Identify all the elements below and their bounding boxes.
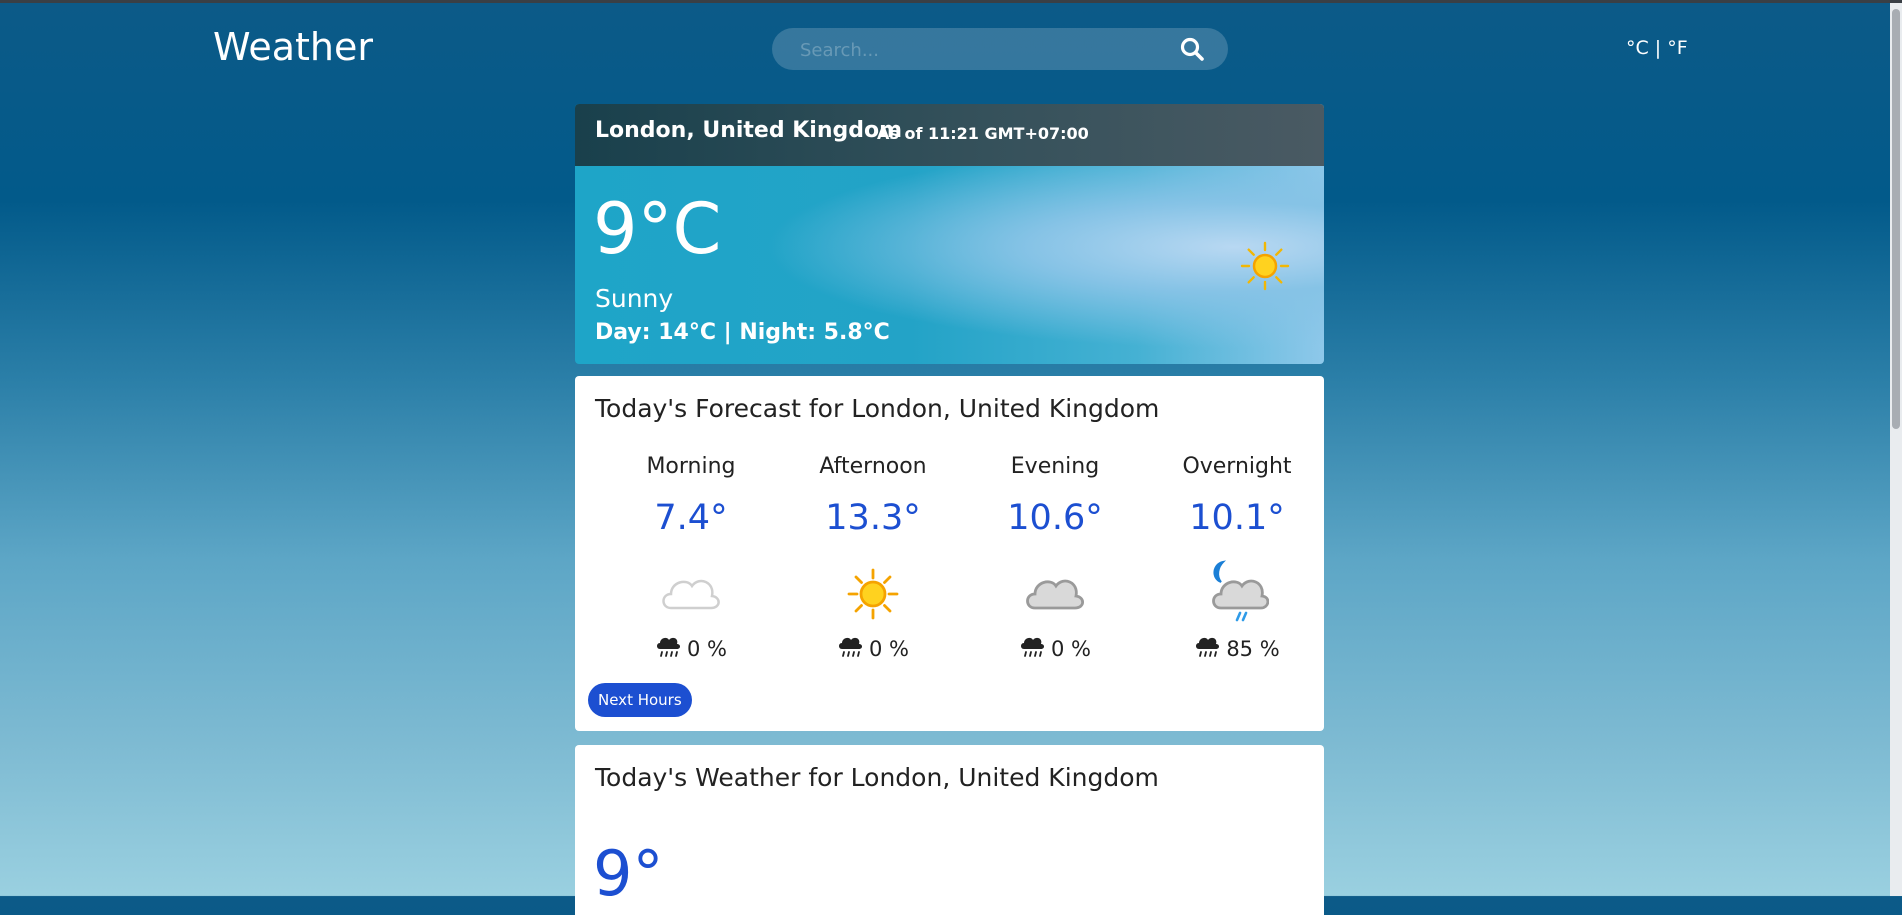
period-temperature: 10.6° bbox=[1007, 498, 1103, 538]
period-temperature: 7.4° bbox=[654, 498, 728, 538]
current-conditions-header: London, United Kingdom As of 11:21 GMT+0… bbox=[575, 104, 1324, 166]
todays-weather-title: Today's Weather for London, United Kingd… bbox=[595, 763, 1159, 792]
todays-forecast-card: Today's Forecast for London, United King… bbox=[575, 376, 1324, 731]
sun-icon bbox=[847, 568, 899, 620]
forecast-period-evening: Evening 10.6° 0 % bbox=[967, 454, 1143, 664]
current-conditions-card: London, United Kingdom As of 11:21 GMT+0… bbox=[575, 104, 1324, 364]
header: Weather °C | °F bbox=[0, 3, 1890, 93]
period-temperature: 13.3° bbox=[825, 498, 921, 538]
precipitation-chance: 0 % bbox=[967, 636, 1143, 662]
brand-title[interactable]: Weather bbox=[213, 25, 373, 69]
precipitation-value: 85 % bbox=[1226, 637, 1280, 661]
precipitation-value: 0 % bbox=[1051, 637, 1091, 661]
search-bar bbox=[772, 28, 1228, 72]
sun-icon bbox=[1240, 241, 1290, 291]
forecast-period-overnight: Overnight 10.1° 85 % bbox=[1149, 454, 1325, 664]
day-night-temperatures: Day: 14°C | Night: 5.8°C bbox=[595, 320, 890, 345]
cloud-icon bbox=[662, 579, 720, 610]
rain-cloud-icon bbox=[1196, 637, 1220, 657]
forecast-title: Today's Forecast for London, United King… bbox=[595, 394, 1160, 423]
period-label: Evening bbox=[1010, 454, 1100, 479]
search-icon bbox=[1180, 37, 1204, 61]
as-of-time: As of 11:21 GMT+07:00 bbox=[877, 124, 1089, 143]
rain-cloud-icon bbox=[839, 637, 862, 657]
rain-cloud-icon bbox=[657, 637, 680, 657]
page-scrollbar[interactable] bbox=[1890, 3, 1902, 896]
scrollbar-thumb[interactable] bbox=[1892, 9, 1900, 429]
precipitation-chance: 85 % bbox=[1149, 636, 1325, 662]
todays-weather-card: Today's Weather for London, United Kingd… bbox=[575, 745, 1324, 915]
search-button[interactable] bbox=[1178, 35, 1206, 63]
period-label: Morning bbox=[646, 454, 736, 479]
precipitation-value: 0 % bbox=[687, 637, 727, 661]
forecast-period-morning: Morning 7.4° 0 % bbox=[603, 454, 779, 664]
location-name: London, United Kingdom bbox=[595, 118, 903, 143]
precipitation-chance: 0 % bbox=[785, 636, 961, 662]
period-temperature: 10.1° bbox=[1189, 498, 1285, 538]
precipitation-chance: 0 % bbox=[603, 636, 779, 662]
period-label: Afternoon bbox=[819, 454, 927, 479]
search-input[interactable] bbox=[798, 28, 1162, 72]
precipitation-value: 0 % bbox=[869, 637, 909, 661]
period-label: Overnight bbox=[1182, 454, 1292, 479]
todays-weather-temperature: 9° bbox=[593, 837, 664, 910]
next-hours-button[interactable]: Next Hours bbox=[588, 683, 692, 717]
moon-rain-cloud-icon bbox=[1212, 560, 1269, 622]
forecast-period-afternoon: Afternoon 13.3° 0 % bbox=[785, 454, 961, 664]
current-temperature: 9°C bbox=[593, 188, 722, 270]
current-condition: Sunny bbox=[595, 284, 674, 313]
rain-cloud-icon bbox=[1021, 637, 1044, 657]
unit-toggle[interactable]: °C | °F bbox=[1626, 37, 1688, 59]
cloud-icon bbox=[1026, 579, 1085, 610]
